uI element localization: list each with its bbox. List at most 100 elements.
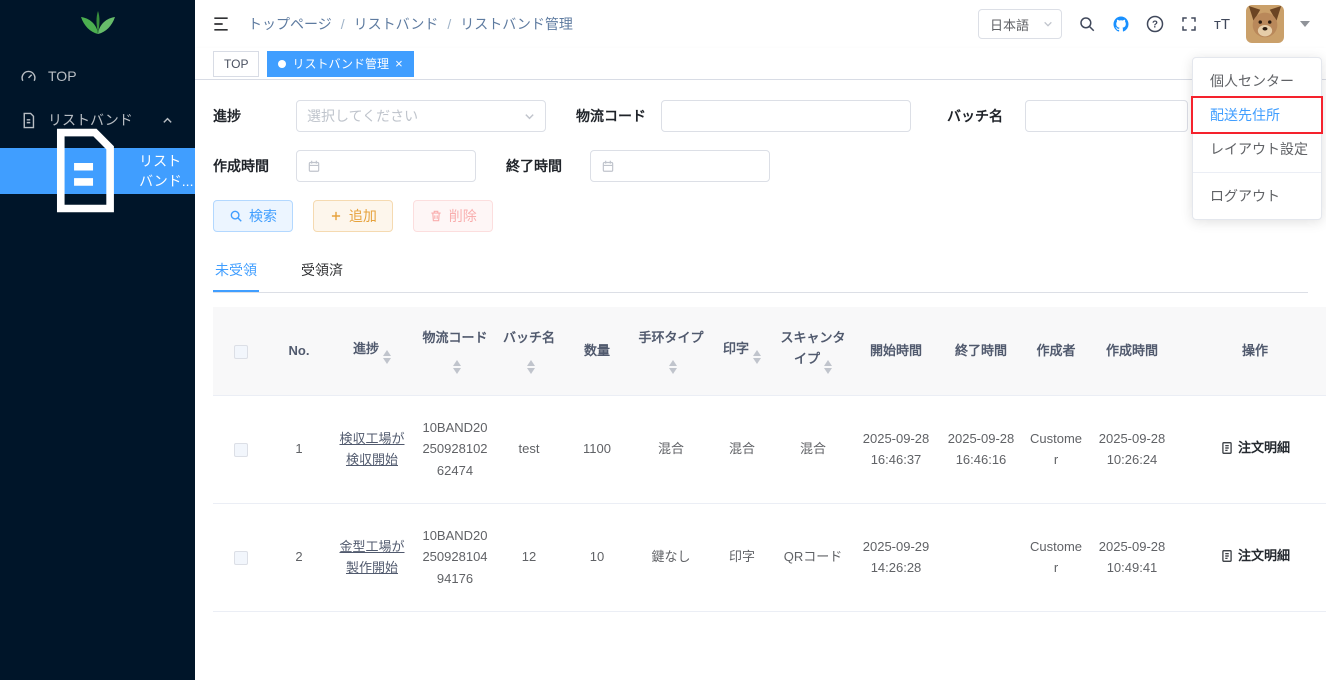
cell-batch-name: test bbox=[495, 395, 563, 503]
header-select-all bbox=[213, 307, 269, 395]
sidebar: TOP リストバンド リストバンド... bbox=[0, 0, 195, 680]
cell-band-type: 鍵なし bbox=[631, 503, 711, 611]
cell-create-time: 2025-09-28 10:49:41 bbox=[1089, 503, 1175, 611]
col-progress[interactable]: 進捗 bbox=[329, 307, 415, 395]
end-time-date-input[interactable] bbox=[590, 150, 770, 182]
col-band-type[interactable]: 手环タイプ bbox=[631, 307, 711, 395]
calendar-icon bbox=[307, 159, 321, 173]
language-value: 日本語 bbox=[990, 15, 1029, 34]
sort-caret-icon bbox=[824, 360, 832, 374]
cell-creator: Customer bbox=[1023, 395, 1089, 503]
sidebar-item-label: リストバンド... bbox=[139, 151, 195, 191]
wristband-table: No. 進捗 物流コード バッチ名 数量 手环タイプ 印字 スキャンタイプ 開始… bbox=[213, 307, 1326, 612]
sidebar-item-top[interactable]: TOP bbox=[0, 54, 195, 98]
cell-progress: 検収工場が検収開始 bbox=[329, 395, 415, 503]
table-row: 1 検収工場が検収開始 10BAND2025092810262474 test … bbox=[213, 395, 1326, 503]
tag-close-icon[interactable]: × bbox=[395, 57, 403, 70]
main-area: トップページ / リストバンド / リストバンド管理 日本語 bbox=[195, 0, 1326, 680]
github-icon[interactable] bbox=[1112, 15, 1130, 33]
batch-name-label: バッチ名 bbox=[947, 106, 1025, 126]
sort-caret-icon bbox=[453, 360, 461, 374]
progress-link[interactable]: 金型工場が製作開始 bbox=[339, 539, 404, 575]
batch-name-input[interactable] bbox=[1025, 100, 1188, 132]
language-select[interactable]: 日本語 bbox=[978, 9, 1062, 39]
col-print[interactable]: 印字 bbox=[711, 307, 773, 395]
breadcrumb-separator: / bbox=[341, 16, 345, 32]
chevron-up-icon bbox=[162, 115, 173, 126]
search-button-label: 検索 bbox=[249, 206, 277, 226]
search-icon[interactable] bbox=[1078, 15, 1096, 33]
cell-scan-type: 混合 bbox=[773, 395, 853, 503]
tag-wristband-manage[interactable]: リストバンド管理 × bbox=[267, 51, 413, 77]
menu-item-logout[interactable]: ログアウト bbox=[1193, 179, 1321, 213]
col-start-time: 開始時間 bbox=[853, 307, 939, 395]
end-time-label: 終了時間 bbox=[506, 156, 590, 176]
font-size-icon[interactable]: тT bbox=[1214, 16, 1230, 33]
row-checkbox[interactable] bbox=[234, 443, 248, 457]
plus-icon bbox=[329, 209, 343, 223]
col-actions: 操作 bbox=[1175, 307, 1326, 395]
tags-view-bar: TOP リストバンド管理 × bbox=[195, 48, 1326, 80]
order-detail-button[interactable]: 注文明細 bbox=[1220, 437, 1290, 458]
tab-unreceived[interactable]: 未受領 bbox=[213, 254, 259, 292]
select-all-checkbox[interactable] bbox=[234, 345, 248, 359]
cell-select bbox=[213, 395, 269, 503]
progress-label: 進捗 bbox=[213, 106, 296, 126]
progress-select[interactable]: 選択してください bbox=[296, 100, 546, 132]
app-root: TOP リストバンド リストバンド... bbox=[0, 0, 1326, 680]
col-logistics-code[interactable]: 物流コード bbox=[415, 307, 495, 395]
logistics-code-input[interactable] bbox=[661, 100, 911, 132]
cell-print: 混合 bbox=[711, 395, 773, 503]
menu-item-layout-settings[interactable]: レイアウト設定 bbox=[1193, 132, 1321, 166]
add-button-label: 追加 bbox=[349, 206, 377, 226]
cell-print: 印字 bbox=[711, 503, 773, 611]
tag-top[interactable]: TOP bbox=[213, 51, 259, 77]
page-content: 進捗 選択してください 物流コード バッチ名 作成時間 終了時間 bbox=[195, 80, 1326, 680]
progress-select-placeholder: 選択してください bbox=[307, 106, 418, 126]
fullscreen-icon[interactable] bbox=[1180, 15, 1198, 33]
active-dot-icon bbox=[278, 60, 286, 68]
filter-buttons: 検索 追加 削除 bbox=[213, 200, 1326, 232]
order-detail-button[interactable]: 注文明細 bbox=[1220, 545, 1290, 566]
top-header: トップページ / リストバンド / リストバンド管理 日本語 bbox=[195, 0, 1326, 48]
list-tabs: 未受領 受領済 bbox=[213, 254, 1308, 293]
row-checkbox[interactable] bbox=[234, 551, 248, 565]
progress-link[interactable]: 検収工場が検収開始 bbox=[339, 431, 404, 467]
user-menu-caret-icon[interactable] bbox=[1300, 21, 1310, 27]
search-icon bbox=[229, 209, 243, 223]
user-avatar[interactable] bbox=[1246, 5, 1284, 43]
menu-item-personal-center[interactable]: 個人センター bbox=[1193, 64, 1321, 98]
tab-received[interactable]: 受領済 bbox=[299, 254, 345, 292]
add-button[interactable]: 追加 bbox=[313, 200, 393, 232]
logistics-code-label: 物流コード bbox=[576, 106, 661, 126]
col-scan-type[interactable]: スキャンタイプ bbox=[773, 307, 853, 395]
breadcrumb-item-home[interactable]: トップページ bbox=[248, 14, 332, 34]
search-button[interactable]: 検索 bbox=[213, 200, 293, 232]
sidebar-collapse-icon[interactable] bbox=[211, 14, 231, 34]
menu-item-shipping-address[interactable]: 配送先住所 bbox=[1193, 98, 1321, 132]
delete-button[interactable]: 削除 bbox=[413, 200, 493, 232]
cell-batch-name: 12 bbox=[495, 503, 563, 611]
col-no: No. bbox=[269, 307, 329, 395]
wristband-table-wrap: No. 進捗 物流コード バッチ名 数量 手环タイプ 印字 スキャンタイプ 開始… bbox=[213, 307, 1326, 612]
sort-caret-icon bbox=[527, 360, 535, 374]
app-logo[interactable] bbox=[0, 0, 195, 48]
col-batch-name[interactable]: バッチ名 bbox=[495, 307, 563, 395]
sort-caret-icon bbox=[669, 360, 677, 374]
sidebar-item-wristband[interactable]: リストバンド bbox=[0, 98, 195, 142]
cell-select bbox=[213, 503, 269, 611]
filter-row-2: 作成時間 終了時間 bbox=[213, 150, 1326, 182]
breadcrumb-item-wristband[interactable]: リストバンド bbox=[354, 14, 439, 34]
table-header-row: No. 進捗 物流コード バッチ名 数量 手环タイプ 印字 スキャンタイプ 開始… bbox=[213, 307, 1326, 395]
cell-creator: Customer bbox=[1023, 503, 1089, 611]
delete-button-label: 削除 bbox=[449, 206, 477, 226]
chevron-down-icon bbox=[524, 111, 535, 122]
cell-logistics-code: 10BAND2025092810262474 bbox=[415, 395, 495, 503]
sort-caret-icon bbox=[383, 350, 391, 364]
help-icon[interactable]: ? bbox=[1146, 15, 1164, 33]
sidebar-item-wristband-manage[interactable]: リストバンド... bbox=[0, 148, 195, 194]
cell-end-time: 2025-09-28 16:46:16 bbox=[939, 395, 1023, 503]
sidebar-nav: TOP リストバンド リストバンド... bbox=[0, 54, 195, 194]
col-create-time: 作成時間 bbox=[1089, 307, 1175, 395]
create-time-date-input[interactable] bbox=[296, 150, 476, 182]
